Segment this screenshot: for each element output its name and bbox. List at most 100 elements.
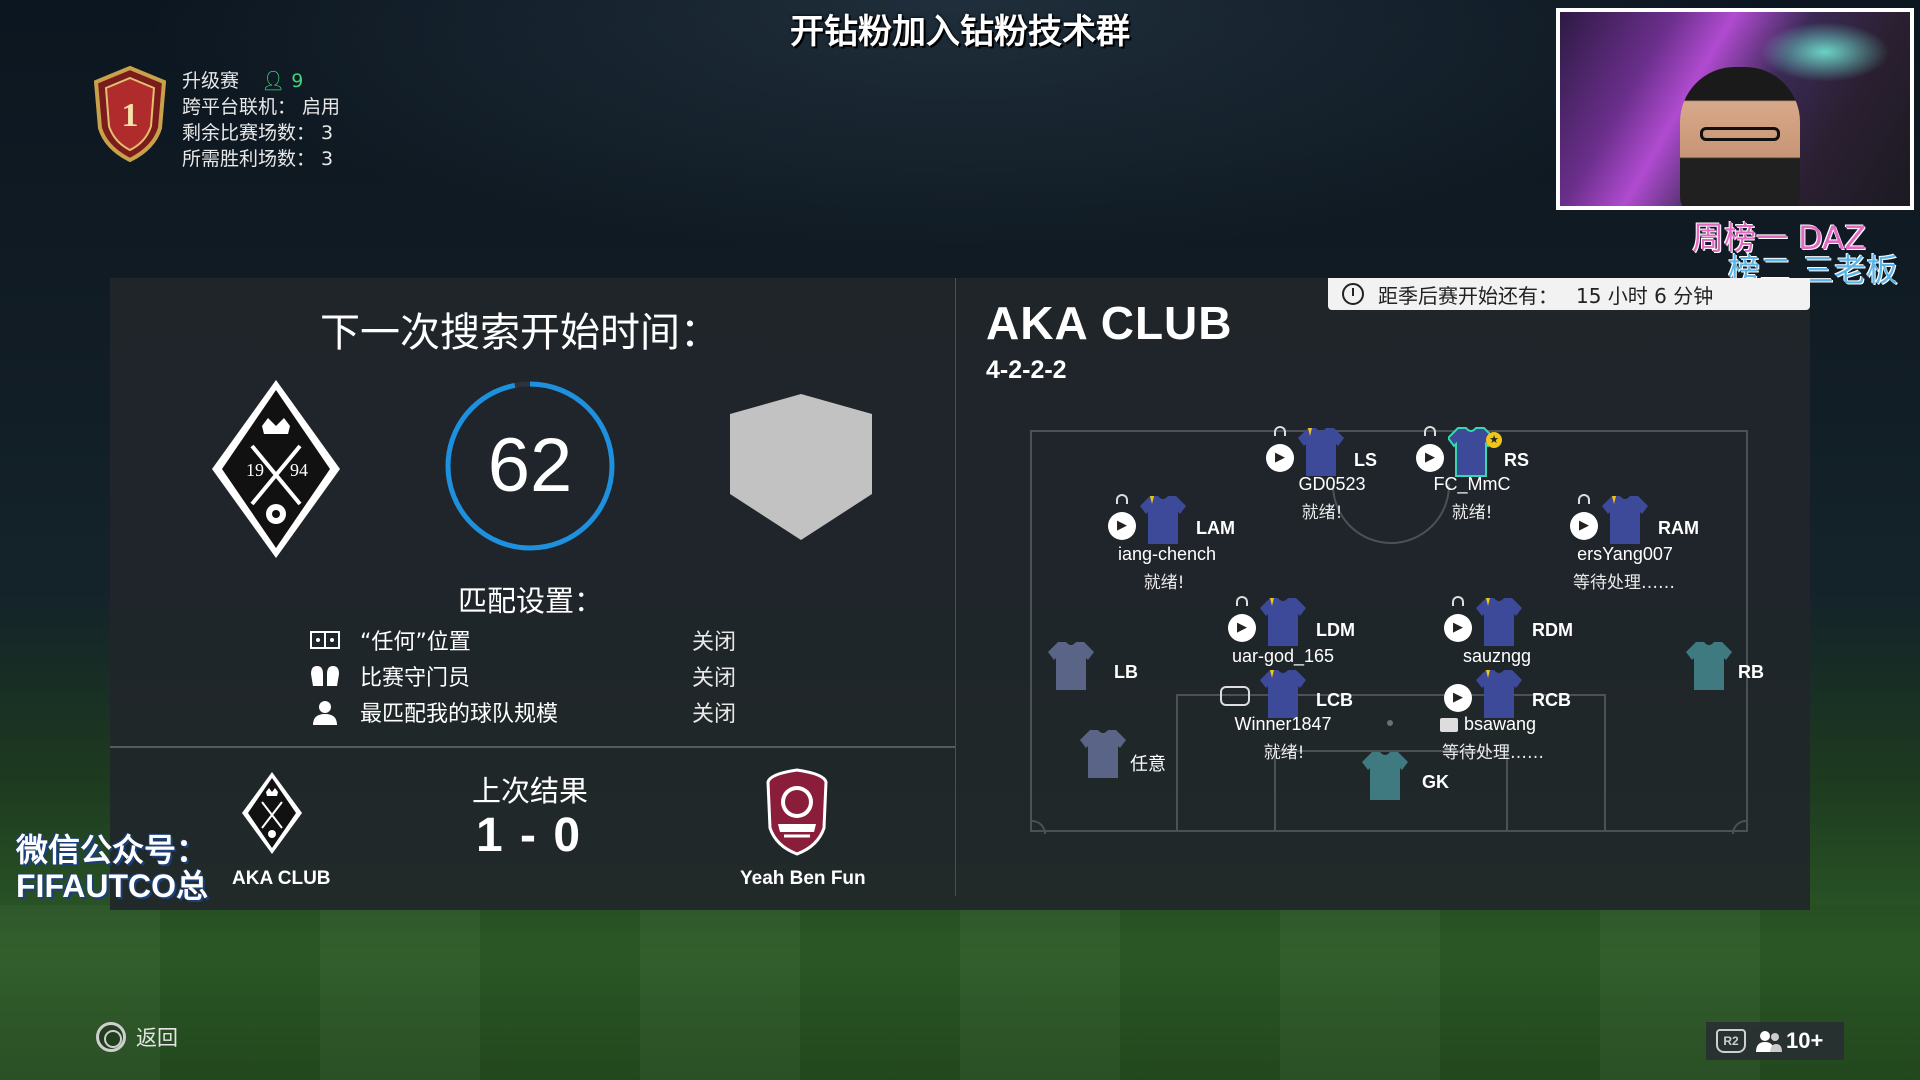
player-name: iang-chench (1117, 544, 1217, 564)
jersey-icon (1260, 598, 1306, 646)
countdown-seconds: 62 (487, 423, 573, 508)
opponent-placeholder-shield-icon (730, 394, 872, 540)
setting-label: “任何”位置 (360, 630, 471, 655)
rank-line-1: 周榜一 DAZ (1692, 219, 1867, 257)
back-label: 返回 (136, 1026, 178, 1050)
back-button[interactable]: 返回 (96, 1022, 178, 1052)
position-label: LS (1354, 450, 1378, 470)
party-button[interactable]: R2 10+ (1706, 1022, 1844, 1060)
setting-value: 关闭 (692, 702, 737, 727)
webcam-feed (1556, 8, 1914, 210)
home-team-name: AKA CLUB (232, 868, 331, 889)
player-name: bsawang (1464, 714, 1537, 734)
setting-value: 关闭 (692, 630, 737, 655)
last-result-score: 1 - 0 (476, 809, 583, 862)
lineup-pitch: LS GD0523 就绪! ★ RS FC_MmC 就绪! LAM iang-c… (1030, 426, 1764, 834)
tournament-name: 升级赛 (182, 70, 240, 92)
weekly-ranking: 周榜一 DAZ 榜二 三老板 (1692, 222, 1912, 286)
position-label: RB (1738, 662, 1764, 682)
search-title: 下一次搜索开始时间： (320, 310, 720, 356)
stopwatch-icon (1342, 283, 1364, 305)
player-status: 就绪! (1263, 743, 1305, 763)
position-label: RS (1504, 450, 1530, 470)
remaining-matches: 剩余比赛场数： 3 (182, 122, 334, 144)
match-settings-title: 匹配设置： (458, 584, 604, 618)
playstation-icon (1266, 444, 1294, 472)
empty-jersey-icon (1048, 642, 1094, 690)
wechat-watermark: 微信公众号： FIFAUTCO总 (16, 832, 208, 904)
playstation-icon (1444, 684, 1472, 712)
setting-any-position: “任何”位置 关闭 (308, 622, 768, 658)
position-label: GK (1422, 772, 1449, 792)
stream-banner: 开钻粉加入钻粉技术群 (790, 12, 1130, 52)
playstation-icon (1444, 614, 1472, 642)
setting-label: 比赛守门员 (360, 666, 471, 691)
club-name: AKA CLUB (986, 297, 1233, 349)
wechat-line-1: 微信公众号： (16, 832, 209, 868)
player-name: GD0523 (1298, 474, 1366, 494)
players-online-count: 9 (291, 70, 304, 92)
party-count: 10+ (1786, 1028, 1824, 1053)
club-crest-icon: 19 94 (212, 380, 340, 558)
jersey-icon (1602, 496, 1648, 544)
playstation-icon (1416, 444, 1444, 472)
player-status: 就绪! (1143, 573, 1185, 593)
player-name: FC_MmC (1433, 474, 1511, 494)
wins-needed: 所需胜利场数： 3 (182, 148, 334, 170)
pitch-grass (0, 905, 1920, 1080)
headset-icon (1424, 426, 1436, 436)
circle-button-icon (96, 1022, 126, 1052)
formation: 4-2-2-2 (986, 356, 1067, 384)
slot-any[interactable]: 任意 (1080, 728, 1200, 788)
player-name: uar-god_165 (1231, 646, 1335, 666)
jersey-icon (1260, 670, 1306, 718)
wechat-line-2: FIFAUTCO总 (16, 868, 208, 904)
club-tag-icon (1440, 718, 1458, 732)
jersey-icon (1140, 496, 1186, 544)
jersey-icon (1476, 670, 1522, 718)
position-label: LDM (1316, 620, 1355, 640)
panel-divider (955, 278, 956, 896)
slot-lb[interactable]: LB (1048, 640, 1168, 700)
position-label: LAM (1196, 518, 1235, 538)
setting-team-size: 最匹配我的球队规模 关闭 (308, 694, 768, 730)
playstation-icon (1108, 512, 1136, 540)
captain-star-icon: ★ (1486, 432, 1502, 448)
last-result-title: 上次结果 (472, 774, 589, 808)
position-icon (308, 627, 342, 653)
matchmaking-panel: 下一次搜索开始时间： 19 94 62 匹配设置： “任何”位置 关闭 比赛守门… (110, 278, 1810, 910)
friends-icon (1756, 1031, 1782, 1052)
slot-rs[interactable]: ★ RS FC_MmC 就绪! (1382, 426, 1582, 546)
headset-icon (1236, 596, 1248, 606)
slot-gk[interactable]: GK (1362, 750, 1482, 810)
person-icon (308, 699, 342, 725)
playoff-countdown-value: 15 小时 6 分钟 (1576, 283, 1714, 308)
headset-icon (1274, 426, 1286, 436)
jersey-icon (1476, 598, 1522, 646)
player-name: ersYang007 (1577, 544, 1673, 564)
empty-jersey-icon (1686, 642, 1732, 690)
setting-label: 最匹配我的球队规模 (360, 702, 559, 727)
division-number: 1 (122, 97, 139, 134)
players-online: 👤︎ 9 (261, 70, 304, 92)
jersey-icon (1298, 428, 1344, 476)
slot-rb[interactable]: RB (1686, 640, 1786, 700)
player-name: Winner1847 (1234, 714, 1332, 734)
headset-icon (1116, 494, 1128, 504)
player-status: 等待处理…… (1573, 573, 1675, 593)
svg-text:19: 19 (246, 460, 264, 480)
empty-jersey-icon (1362, 752, 1408, 800)
division-shield-icon: 1 (94, 66, 166, 162)
player-name: sauzngg (1462, 646, 1532, 666)
away-team-name: Yeah Ben Fun (740, 868, 866, 889)
position-label: RDM (1532, 620, 1573, 640)
playoff-countdown-label: 距季后赛开始还有： (1378, 283, 1558, 308)
crossplay-status: 跨平台联机： 启用 (182, 96, 341, 118)
position-label: 任意 (1130, 754, 1166, 774)
empty-jersey-icon (1080, 730, 1126, 778)
r2-button-icon: R2 (1716, 1029, 1746, 1053)
position-label: LB (1114, 662, 1138, 682)
headset-icon (1452, 596, 1464, 606)
position-label: RCB (1532, 690, 1571, 710)
away-club-crest-icon (766, 768, 828, 856)
